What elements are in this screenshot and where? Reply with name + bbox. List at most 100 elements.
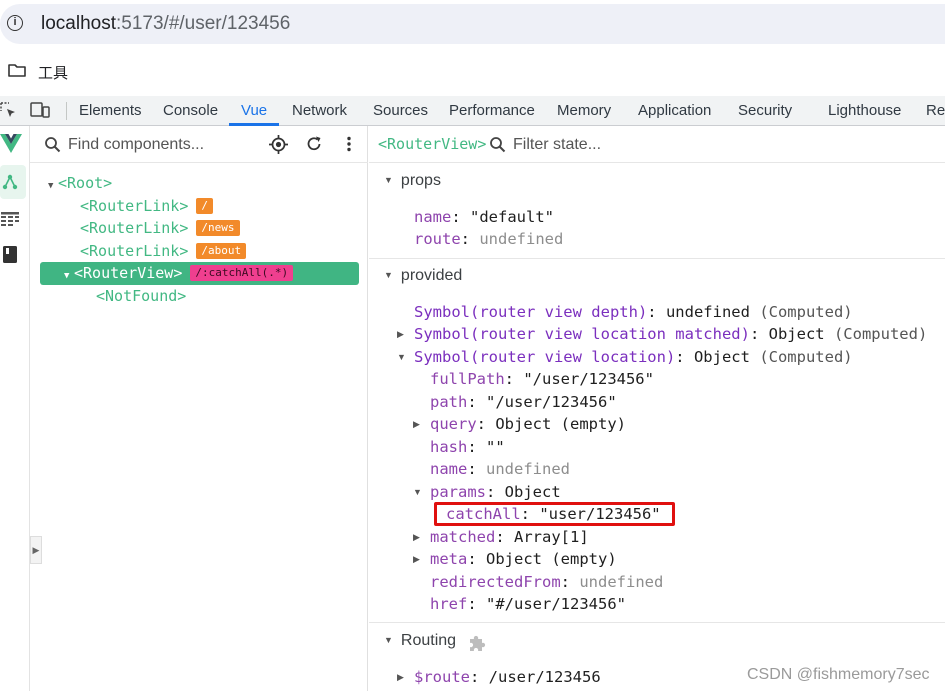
state-row[interactable]: query: Object (empty) <box>430 413 626 435</box>
tab-console[interactable]: Console <box>163 96 218 125</box>
component-tag: <RouterLink> <box>80 242 189 260</box>
select-component-icon[interactable] <box>269 135 288 154</box>
tab-application[interactable]: Application <box>638 96 711 125</box>
url-text[interactable]: localhost:5173/#/user/123456 <box>41 13 290 35</box>
tree-row-root[interactable]: ▼ <Root> <box>48 172 112 194</box>
tab-lighthouse[interactable]: Lighthouse <box>828 96 901 125</box>
expand-caret-icon[interactable]: ▶ <box>413 554 420 565</box>
expand-caret-icon[interactable]: ▼ <box>64 265 74 287</box>
state-value: undefined <box>665 303 750 321</box>
state-value: Object <box>504 483 561 501</box>
state-key: Symbol(router view depth) <box>414 303 648 321</box>
collapse-caret-icon[interactable]: ▼ <box>397 352 406 362</box>
state-value: Object <box>768 325 825 343</box>
state-row[interactable]: fullPath: "/user/123456" <box>430 368 654 390</box>
watermark: CSDN @fishmemory7sec <box>747 666 930 683</box>
section-divider <box>369 258 945 259</box>
tab-vue[interactable]: Vue <box>241 96 267 125</box>
state-row[interactable]: route: undefined <box>414 228 563 250</box>
state-value: Object (empty) <box>495 415 626 433</box>
vue-logo-icon <box>0 134 22 153</box>
computed-note: (Computed) <box>833 325 928 343</box>
book-icon[interactable] <box>3 246 17 263</box>
component-tag: <Root> <box>58 174 113 192</box>
info-icon[interactable]: i <box>7 15 23 31</box>
components-tree-icon[interactable] <box>2 173 18 191</box>
filter-search-icon <box>490 137 506 153</box>
state-row[interactable]: hash: "" <box>430 436 505 458</box>
tree-row-routerview[interactable]: ▼ <RouterView> /:catchAll(.*) <box>64 262 294 287</box>
more-options-icon[interactable] <box>346 136 352 152</box>
state-row[interactable]: params: Object <box>430 481 561 503</box>
section-props-header[interactable]: ▼ props <box>384 172 441 190</box>
tree-row-routerlink[interactable]: <RouterLink> /news <box>80 217 240 239</box>
computed-note: (Computed) <box>759 348 853 366</box>
state-key: name <box>414 208 452 226</box>
state-value: "" <box>486 438 505 456</box>
state-key: href <box>430 595 468 613</box>
state-value: "/user/123456" <box>523 370 654 388</box>
expand-caret-icon[interactable]: ▶ <box>413 532 420 543</box>
expand-caret-icon[interactable]: ▶ <box>413 419 420 430</box>
tree-row-routerlink[interactable]: <RouterLink> / <box>80 195 213 217</box>
collapse-caret-icon[interactable]: ▼ <box>384 175 393 185</box>
device-toggle-icon[interactable] <box>30 102 50 118</box>
filter-state-input[interactable] <box>513 135 713 155</box>
component-tag: <RouterLink> <box>80 197 189 215</box>
section-routing-header[interactable]: ▼ Routing <box>384 632 456 650</box>
chevron-right-icon[interactable]: ▶ <box>30 536 42 564</box>
tab-elements[interactable]: Elements <box>79 96 142 125</box>
route-badge: / <box>196 198 213 214</box>
component-tag: <NotFound> <box>96 287 187 305</box>
state-row[interactable]: Symbol(router view depth): undefined (Co… <box>414 301 853 323</box>
route-badge: /:catchAll(.*) <box>190 265 294 281</box>
route-badge: /news <box>196 220 240 236</box>
find-components-input[interactable] <box>68 135 258 155</box>
state-row[interactable]: name: undefined <box>430 458 570 480</box>
section-provided-header[interactable]: ▼ provided <box>384 267 462 285</box>
state-value: "#/user/123456" <box>486 595 626 613</box>
component-tag: <RouterLink> <box>80 219 189 237</box>
section-title: props <box>400 172 441 189</box>
state-row[interactable]: matched: Array[1] <box>430 526 589 548</box>
state-row[interactable]: redirectedFrom: undefined <box>430 571 663 593</box>
state-row[interactable]: Symbol(router view location): Object (Co… <box>414 346 853 368</box>
state-key: meta <box>430 550 468 568</box>
state-value: Array[1] <box>514 528 589 546</box>
tree-row-routerlink[interactable]: <RouterLink> /about <box>80 240 247 262</box>
folder-icon[interactable] <box>8 63 26 77</box>
route-badge: /about <box>196 243 247 259</box>
tab-security[interactable]: Security <box>738 96 792 125</box>
tab-sources[interactable]: Sources <box>373 96 428 125</box>
expand-caret-icon[interactable]: ▼ <box>48 175 58 197</box>
tab-recorder[interactable]: Re <box>926 96 945 125</box>
tab-network[interactable]: Network <box>292 96 347 125</box>
state-key: Symbol(router view location) <box>414 348 676 366</box>
tree-row-notfound[interactable]: <NotFound> <box>96 285 186 307</box>
state-row[interactable]: Symbol(router view location matched): Ob… <box>414 323 927 345</box>
vue-sidebar <box>0 126 30 691</box>
state-key: route <box>414 230 461 248</box>
expand-caret-icon[interactable]: ▶ <box>397 672 404 683</box>
collapse-caret-icon[interactable]: ▼ <box>384 270 393 280</box>
state-row[interactable]: path: "/user/123456" <box>430 391 617 413</box>
state-value: Object (empty) <box>486 550 617 568</box>
state-row[interactable]: name: "default" <box>414 206 554 228</box>
state-row[interactable]: $route: /user/123456 <box>414 666 601 688</box>
state-row[interactable]: meta: Object (empty) <box>430 548 617 570</box>
expand-caret-icon[interactable]: ▶ <box>397 329 404 340</box>
bookmark-tools[interactable]: 工具 <box>38 62 68 83</box>
timeline-icon[interactable] <box>1 212 19 226</box>
collapse-caret-icon[interactable]: ▼ <box>413 487 422 497</box>
state-key: matched <box>430 528 496 546</box>
state-row[interactable]: href: "#/user/123456" <box>430 593 626 615</box>
state-value: undefined <box>479 230 564 248</box>
state-key: hash <box>430 438 468 456</box>
state-key: params <box>430 483 486 501</box>
refresh-icon[interactable] <box>306 136 322 152</box>
tab-performance[interactable]: Performance <box>449 96 535 125</box>
inspect-element-icon[interactable] <box>0 102 16 118</box>
collapse-caret-icon[interactable]: ▼ <box>384 635 393 645</box>
state-key: Symbol(router view location matched) <box>414 325 750 343</box>
tab-memory[interactable]: Memory <box>557 96 611 125</box>
